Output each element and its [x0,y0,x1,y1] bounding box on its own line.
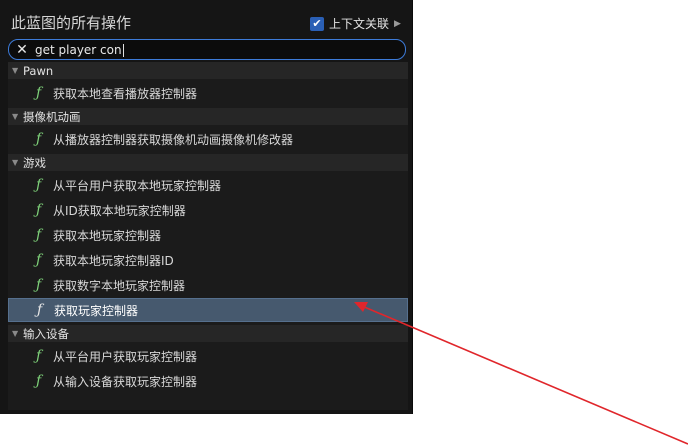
annotation-arrow [354,302,688,445]
annotation-arrow-line [361,305,688,445]
